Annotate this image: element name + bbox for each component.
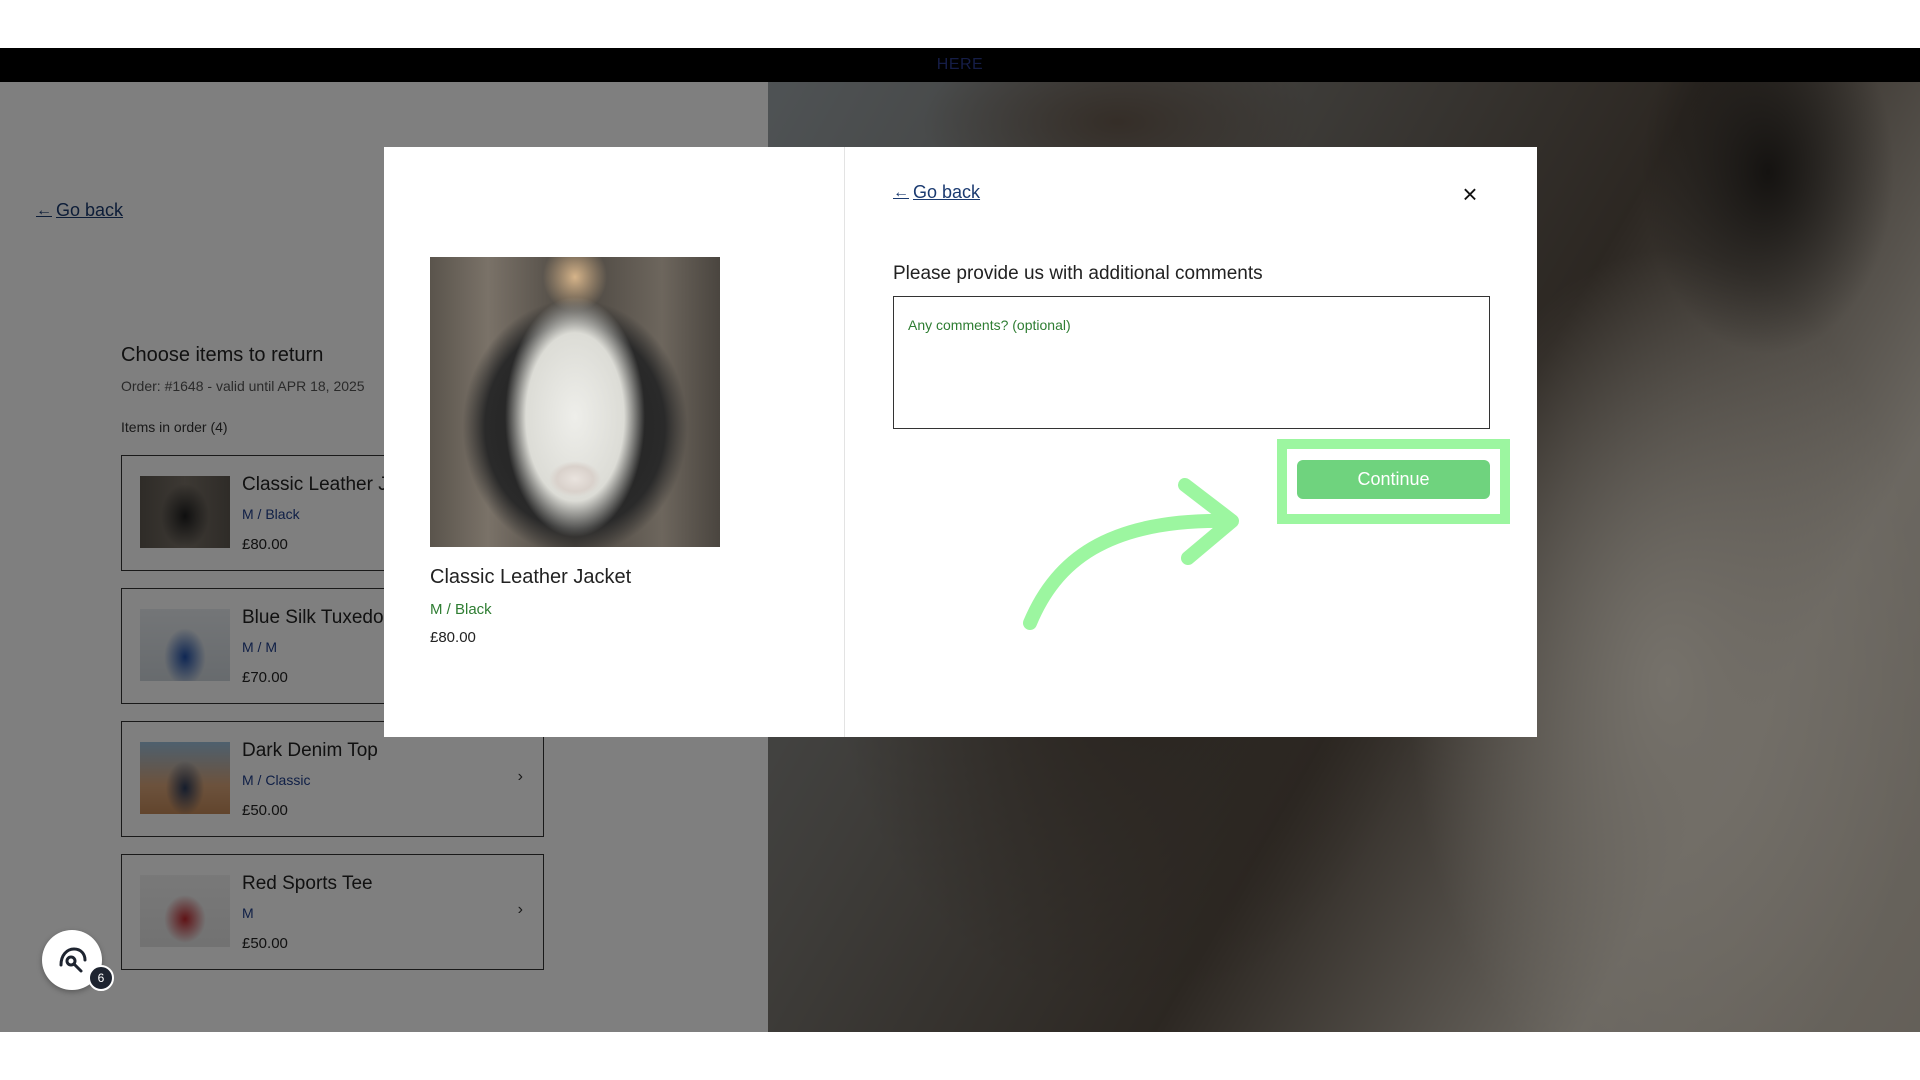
product-variant: M / Black: [430, 601, 492, 618]
guide-highlight: [1277, 439, 1510, 524]
comments-input[interactable]: [893, 296, 1490, 429]
product-image: [430, 257, 720, 547]
comments-title: Please provide us with additional commen…: [893, 263, 1263, 284]
product-name: Classic Leather Jacket: [430, 566, 632, 588]
page-frame: HERE ← Go back Choose items to return Or…: [0, 48, 1920, 1032]
help-badge-count: 6: [88, 965, 114, 991]
product-price: £80.00: [430, 629, 476, 646]
help-widget-icon: [59, 947, 87, 973]
close-icon[interactable]: ×: [1458, 181, 1482, 207]
modal-go-back-label: Go back: [913, 182, 981, 202]
guide-arrow-icon: [1023, 478, 1239, 630]
modal-product-summary: Classic Leather Jacket M / Black £80.00: [384, 147, 845, 737]
arrow-left-icon: ←: [893, 183, 909, 201]
modal-go-back-link[interactable]: ← Go back: [893, 182, 980, 203]
